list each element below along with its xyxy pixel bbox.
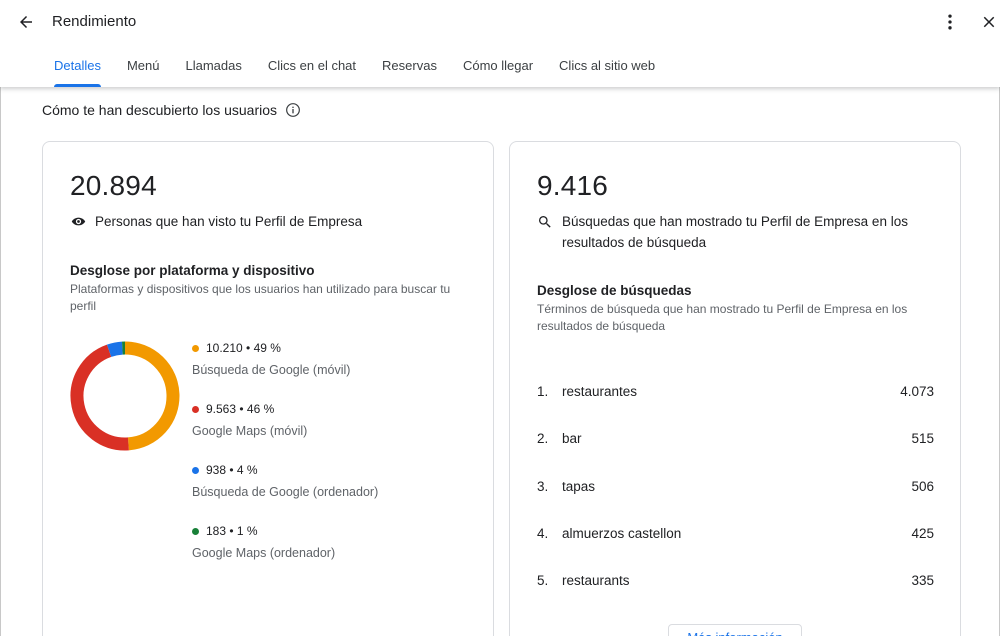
search-count: 4.073 xyxy=(900,384,934,400)
search-term: tapas xyxy=(562,478,596,494)
info-icon[interactable] xyxy=(285,102,301,118)
search-term-row[interactable]: 5. restaurants 335 xyxy=(537,557,934,604)
search-term: almuerzos castellon xyxy=(562,526,682,542)
legend-item-google-search-desktop: 938 • 4 % Búsqueda de Google (ordenador) xyxy=(192,463,378,499)
legend-dot-icon xyxy=(192,527,199,535)
donut-segment-google-search-desktop xyxy=(106,341,123,357)
tab-detalles[interactable]: Detalles xyxy=(41,52,114,87)
dialog-header: Rendimiento Detalles Menú Llamadas Clics… xyxy=(0,0,1000,87)
search-term-row[interactable]: 4. almuerzos castellon 425 xyxy=(537,510,934,557)
profile-views-label-text: Personas que han visto tu Perfil de Empr… xyxy=(95,214,363,229)
arrow-back-icon xyxy=(20,16,32,28)
search-term-row[interactable]: 1. restaurantes 4.073 xyxy=(537,368,934,415)
legend-dot-icon xyxy=(192,344,199,352)
search-count: 335 xyxy=(911,573,934,589)
legend-item-google-maps-desktop: 183 • 1 % Google Maps (ordenador) xyxy=(192,524,335,560)
more-options-button[interactable] xyxy=(938,9,962,35)
legend-item-google-search-mobile: 10.210 • 49 % Búsqueda de Google (móvil) xyxy=(192,341,350,377)
section-title: Cómo te han descubierto los usuarios xyxy=(42,102,301,118)
platform-breakdown-desc: Plataformas y dispositivos que los usuar… xyxy=(70,282,451,313)
search-count: 425 xyxy=(911,526,934,542)
legend-dot-icon xyxy=(192,405,199,413)
legend-name: Google Maps (móvil) xyxy=(192,424,308,438)
search-term: bar xyxy=(562,431,582,447)
tab-clics-chat[interactable]: Clics en el chat xyxy=(255,52,369,87)
legend-name: Búsqueda de Google (móvil) xyxy=(192,363,351,377)
search-rank: 4. xyxy=(537,526,549,542)
donut-segment-google-maps-mobile xyxy=(70,344,129,451)
legend-percent: 46 % xyxy=(246,402,275,416)
legend-separator: • xyxy=(226,524,237,538)
legend-value: 938 xyxy=(206,463,227,477)
legend-value: 183 xyxy=(206,524,227,538)
more-info-button[interactable]: Más información xyxy=(668,624,802,636)
search-term: restaurantes xyxy=(562,384,638,400)
legend-separator: • xyxy=(242,341,254,355)
profile-views-label: Personas que han visto tu Perfil de Empr… xyxy=(70,211,362,232)
search-rank: 1. xyxy=(537,384,549,400)
more-vert-icon xyxy=(948,14,952,30)
profile-views-total: 20.894 xyxy=(70,170,157,201)
page-title: Rendimiento xyxy=(52,13,137,30)
search-breakdown-title: Desglose de búsquedas xyxy=(537,283,692,298)
searches-total: 9.416 xyxy=(537,170,609,201)
legend-name: Búsqueda de Google (ordenador) xyxy=(192,485,379,499)
search-icon xyxy=(537,211,555,232)
search-rank: 3. xyxy=(537,478,549,494)
search-breakdown-desc: Términos de búsqueda que han mostrado tu… xyxy=(537,302,908,333)
search-count: 515 xyxy=(911,431,934,447)
legend-dot-icon xyxy=(192,466,199,474)
tab-llamadas[interactable]: Llamadas xyxy=(173,52,255,87)
searches-label: Búsquedas que han mostrado tu Perfil de … xyxy=(537,211,927,253)
window-edge-left xyxy=(0,0,1,636)
search-count: 506 xyxy=(911,478,934,494)
close-button[interactable] xyxy=(978,9,1000,35)
platform-breakdown-title: Desglose por plataforma y dispositivo xyxy=(70,263,315,278)
searches-label-text: Búsquedas que han mostrado tu Perfil de … xyxy=(562,214,908,250)
tab-como-llegar[interactable]: Cómo llegar xyxy=(450,52,546,87)
tab-clics-sitio-web[interactable]: Clics al sitio web xyxy=(546,52,668,87)
search-term-row[interactable]: 3. tapas 506 xyxy=(537,463,934,510)
section-title-text: Cómo te han descubierto los usuarios xyxy=(42,102,278,118)
profile-views-card: 20.894 Personas que han visto tu Perfil … xyxy=(42,141,494,636)
search-rank: 2. xyxy=(537,431,549,447)
search-term: restaurants xyxy=(562,573,630,589)
legend-percent: 4 % xyxy=(236,463,258,477)
close-icon xyxy=(983,16,995,28)
legend-item-google-maps-mobile: 9.563 • 46 % Google Maps (móvil) xyxy=(192,402,307,438)
legend-percent: 1 % xyxy=(236,524,258,538)
tab-bar: Detalles Menú Llamadas Clics en el chat … xyxy=(41,52,668,87)
eye-icon xyxy=(70,211,88,232)
search-term-row[interactable]: 2. bar 515 xyxy=(537,415,934,462)
searches-card: 9.416 Búsquedas que han mostrado tu Perf… xyxy=(509,141,961,636)
legend-separator: • xyxy=(236,402,247,416)
legend-percent: 49 % xyxy=(253,341,281,355)
back-button[interactable] xyxy=(13,9,39,35)
platform-donut-chart xyxy=(70,341,180,451)
search-terms-list: 1. restaurantes 4.073 2. bar 515 3. tapa… xyxy=(537,368,934,604)
legend-value: 9.563 xyxy=(206,402,237,416)
legend-name: Google Maps (ordenador) xyxy=(192,546,336,560)
tab-reservas[interactable]: Reservas xyxy=(369,52,450,87)
tab-menu[interactable]: Menú xyxy=(114,52,173,87)
legend-separator: • xyxy=(226,463,237,477)
search-rank: 5. xyxy=(537,573,549,589)
legend-value: 10.210 xyxy=(206,341,243,355)
donut-segment-google-search-mobile xyxy=(124,341,180,451)
